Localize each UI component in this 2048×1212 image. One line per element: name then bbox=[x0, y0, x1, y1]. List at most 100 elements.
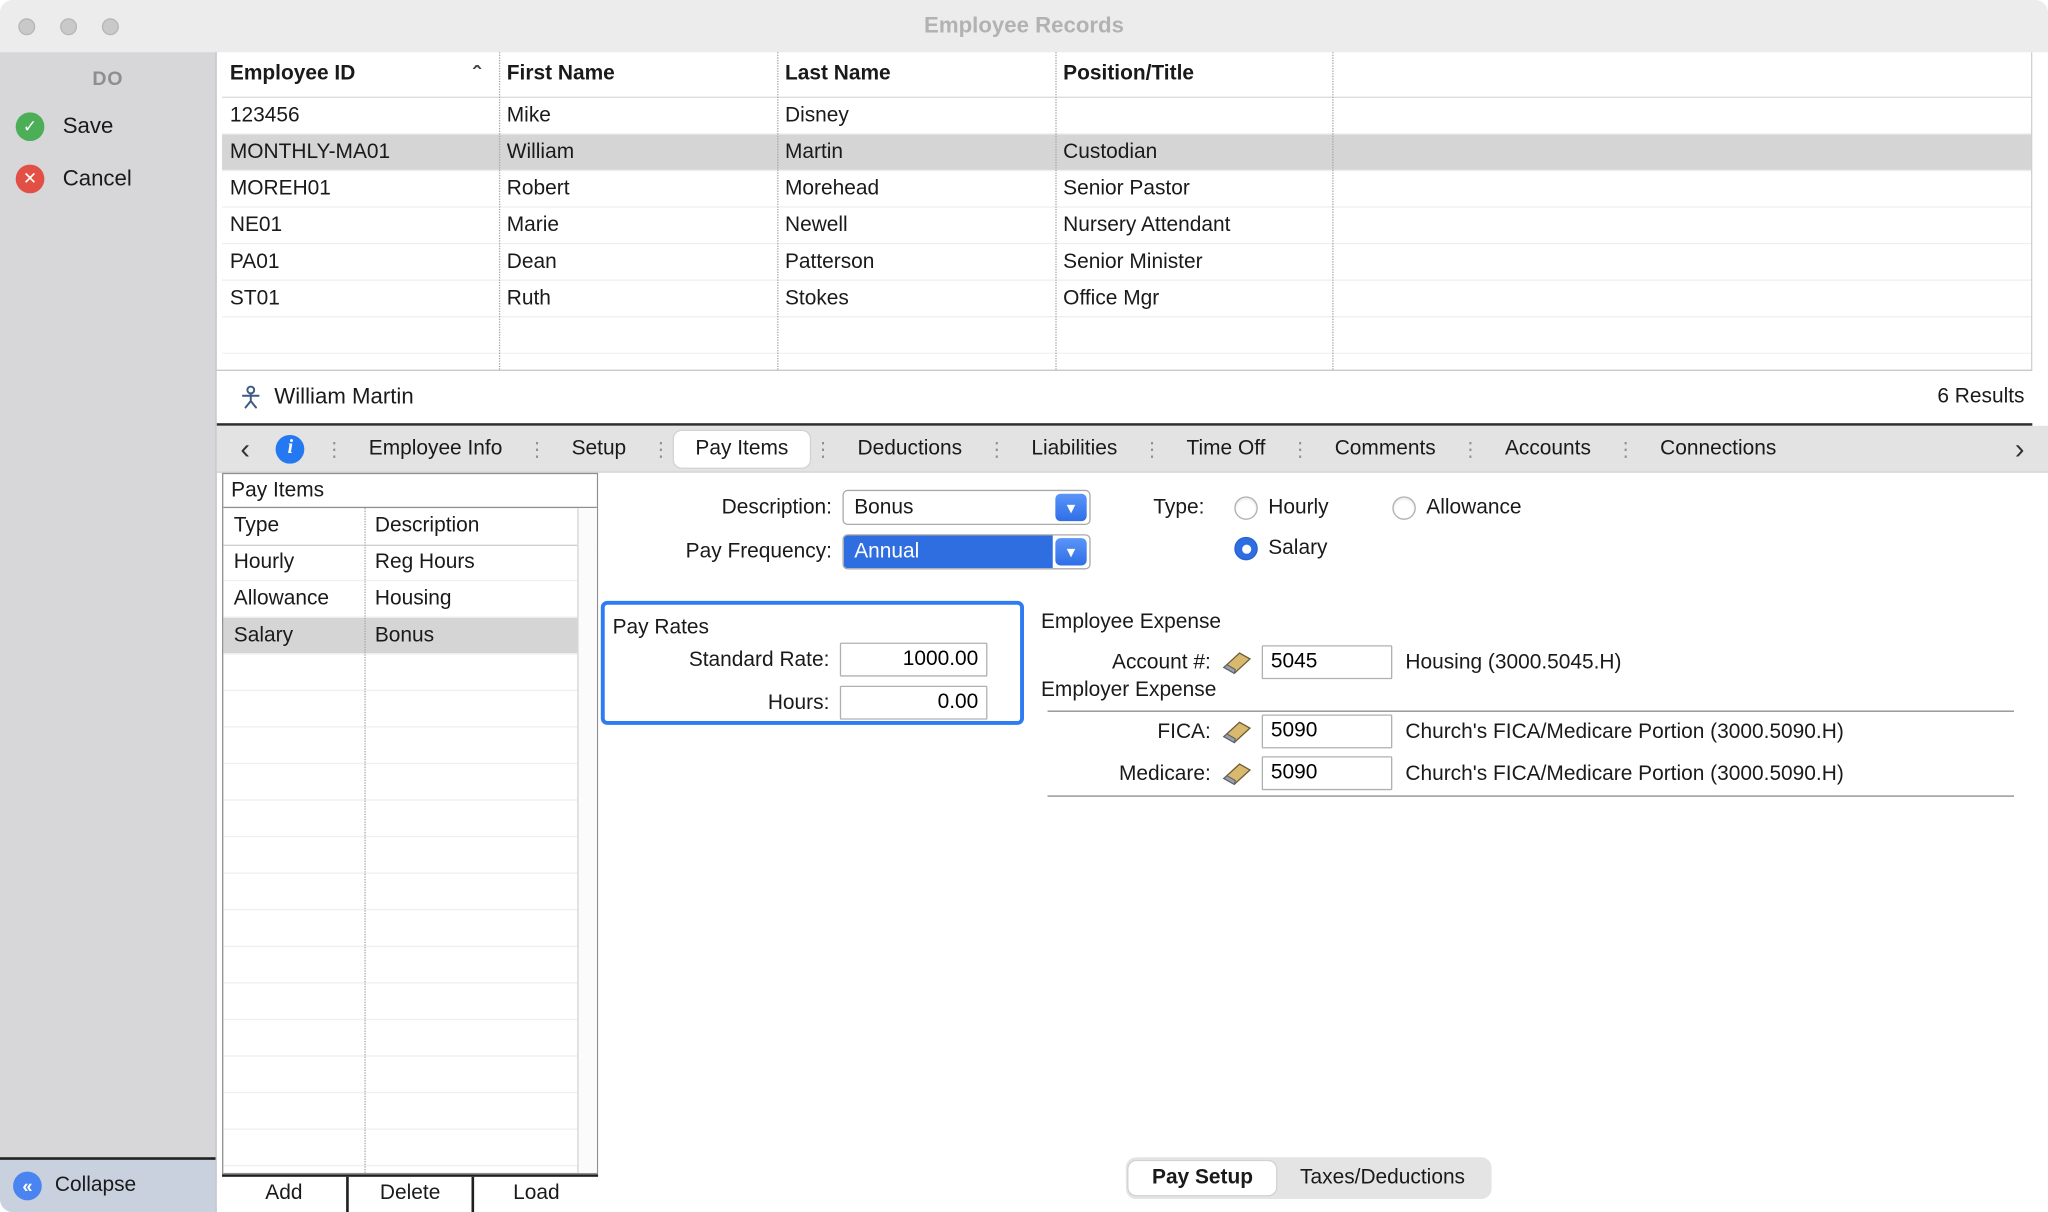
table-row[interactable]: PA01 Dean Patterson Senior Minister bbox=[222, 244, 2031, 281]
pay-frequency-value: Annual bbox=[844, 536, 1053, 569]
tab-separator-icon: ⋮ bbox=[523, 437, 550, 461]
column-header-employee-id[interactable]: Employee ID ˆ bbox=[222, 63, 499, 87]
tab-setup[interactable]: Setup bbox=[551, 430, 647, 467]
pay-frequency-label: Pay Frequency: bbox=[598, 534, 832, 569]
pay-items-list-header: Type Description bbox=[223, 508, 597, 546]
pay-items-list-panel: Pay Items Type Description Hourly Reg Ho… bbox=[222, 473, 598, 1174]
tab-comments[interactable]: Comments bbox=[1314, 430, 1457, 467]
tab-pay-items[interactable]: Pay Items bbox=[675, 430, 810, 467]
table-row[interactable]: 123456 Mike Disney bbox=[222, 98, 2031, 135]
tab-connections[interactable]: Connections bbox=[1639, 430, 1797, 467]
dropdown-arrow-icon[interactable]: ▾ bbox=[1055, 494, 1086, 521]
person-icon bbox=[238, 384, 264, 410]
type-radio-hourly[interactable]: Hourly bbox=[1234, 492, 1328, 523]
table-row[interactable]: NE01 Marie Newell Nursery Attendant bbox=[222, 208, 2031, 245]
empty-table-row bbox=[222, 317, 2031, 354]
main-area: Employee ID ˆ First Name Last Name Posit… bbox=[217, 52, 2048, 1212]
table-row-selected[interactable]: MONTHLY-MA01 William Martin Custodian bbox=[222, 135, 2031, 172]
window-title: Employee Records bbox=[0, 0, 2048, 52]
tabs-scroll-left-icon[interactable]: ‹ bbox=[230, 429, 260, 468]
tab-separator-icon: ⋮ bbox=[647, 437, 674, 461]
pay-items-content: Pay Items Type Description Hourly Reg Ho… bbox=[217, 473, 2048, 1212]
divider bbox=[1048, 711, 2015, 712]
pay-rates-box: Pay Rates Standard Rate: Hours: bbox=[601, 601, 1024, 725]
column-header-first-name[interactable]: First Name bbox=[499, 63, 777, 87]
empty-pay-item-row bbox=[223, 910, 578, 947]
type-radio-allowance[interactable]: Allowance bbox=[1392, 492, 1521, 523]
account-lookup-icon[interactable] bbox=[1221, 720, 1252, 745]
tab-accounts[interactable]: Accounts bbox=[1484, 430, 1612, 467]
column-divider bbox=[499, 52, 500, 369]
divider bbox=[1048, 795, 2015, 796]
pay-items-scrollbar[interactable] bbox=[577, 508, 597, 1173]
sidebar-header: DO bbox=[0, 68, 216, 90]
radio-icon-hourly[interactable] bbox=[1234, 496, 1258, 520]
tab-taxes-deductions[interactable]: Taxes/Deductions bbox=[1277, 1161, 1489, 1195]
type-radio-salary[interactable]: Salary bbox=[1234, 533, 1327, 564]
add-button[interactable]: Add bbox=[222, 1177, 346, 1212]
save-check-icon: ✓ bbox=[16, 112, 45, 141]
pay-item-row-selected[interactable]: Salary Bonus bbox=[223, 618, 578, 655]
radio-icon-salary-selected[interactable] bbox=[1234, 537, 1258, 561]
empty-pay-item-row bbox=[223, 1020, 578, 1057]
account-lookup-icon[interactable] bbox=[1221, 650, 1252, 675]
account-description: Housing (3000.5045.H) bbox=[1405, 645, 1621, 680]
pay-item-detail-form: Description: Bonus ▾ Type: Hourly Allowa… bbox=[598, 473, 2048, 1212]
tab-pay-setup[interactable]: Pay Setup bbox=[1128, 1161, 1276, 1195]
empty-pay-item-row bbox=[223, 1130, 578, 1167]
empty-pay-item-row bbox=[223, 874, 578, 911]
pay-items-column-divider bbox=[364, 508, 365, 1173]
info-icon: i bbox=[276, 434, 305, 463]
account-number-input[interactable] bbox=[1262, 645, 1393, 679]
tab-separator-icon: ⋮ bbox=[1286, 437, 1313, 461]
column-header-last-name[interactable]: Last Name bbox=[777, 63, 1055, 87]
tab-employee-info[interactable]: Employee Info bbox=[348, 430, 523, 467]
pay-items-button-row: Add Delete Load bbox=[222, 1174, 598, 1212]
column-divider bbox=[1332, 52, 1333, 369]
table-row[interactable]: MOREH01 Robert Morehead Senior Pastor bbox=[222, 171, 2031, 208]
cancel-button[interactable]: ✕ Cancel bbox=[0, 153, 216, 205]
tab-separator-icon: ⋮ bbox=[983, 437, 1010, 461]
employer-expense-title: Employer Expense bbox=[1041, 679, 1216, 703]
column-header-position-title[interactable]: Position/Title bbox=[1055, 63, 1332, 87]
employee-records-window: Employee Records DO ✓ Save ✕ Cancel « Co… bbox=[0, 0, 2048, 1212]
empty-pay-item-row bbox=[223, 947, 578, 984]
pay-frequency-dropdown[interactable]: Annual ▾ bbox=[842, 534, 1090, 569]
collapse-button[interactable]: « Collapse bbox=[0, 1157, 216, 1212]
tab-info[interactable]: i bbox=[260, 429, 320, 468]
pay-items-column-type[interactable]: Type bbox=[223, 515, 364, 539]
column-divider bbox=[1055, 52, 1056, 369]
medicare-label: Medicare: bbox=[1041, 756, 1211, 791]
medicare-account-input[interactable] bbox=[1262, 756, 1393, 790]
tab-separator-icon: ⋮ bbox=[1612, 437, 1639, 461]
hours-input[interactable] bbox=[840, 686, 988, 720]
cancel-label: Cancel bbox=[63, 166, 132, 192]
tab-deductions[interactable]: Deductions bbox=[837, 430, 983, 467]
collapse-chevrons-icon: « bbox=[13, 1172, 42, 1201]
empty-pay-item-row bbox=[223, 1093, 578, 1130]
fica-account-input[interactable] bbox=[1262, 714, 1393, 748]
record-header: William Martin 6 Results bbox=[217, 371, 2033, 426]
standard-rate-input[interactable] bbox=[840, 643, 988, 677]
pay-items-column-description[interactable]: Description bbox=[364, 515, 578, 539]
account-lookup-icon[interactable] bbox=[1221, 761, 1252, 786]
empty-pay-item-row bbox=[223, 1057, 578, 1094]
pay-rates-title: Pay Rates bbox=[613, 610, 709, 645]
table-row[interactable]: ST01 Ruth Stokes Office Mgr bbox=[222, 281, 2031, 318]
tab-liabilities[interactable]: Liabilities bbox=[1010, 430, 1138, 467]
dropdown-arrow-icon[interactable]: ▾ bbox=[1055, 538, 1086, 565]
description-value: Bonus bbox=[844, 491, 1053, 524]
save-button[interactable]: ✓ Save bbox=[0, 101, 216, 153]
pay-item-row[interactable]: Hourly Reg Hours bbox=[223, 545, 578, 582]
medicare-account-description: Church's FICA/Medicare Portion (3000.509… bbox=[1405, 756, 1843, 791]
load-button[interactable]: Load bbox=[472, 1177, 598, 1212]
description-dropdown[interactable]: Bonus ▾ bbox=[842, 490, 1090, 525]
radio-icon-allowance[interactable] bbox=[1392, 496, 1416, 520]
employee-expense-title: Employee Expense bbox=[1041, 611, 1221, 635]
empty-pay-item-row bbox=[223, 1166, 578, 1174]
delete-button[interactable]: Delete bbox=[346, 1177, 472, 1212]
tab-time-off[interactable]: Time Off bbox=[1166, 430, 1287, 467]
tabs-scroll-right-icon[interactable]: › bbox=[2004, 429, 2034, 468]
empty-pay-item-row bbox=[223, 764, 578, 801]
pay-item-row[interactable]: Allowance Housing bbox=[223, 581, 578, 618]
